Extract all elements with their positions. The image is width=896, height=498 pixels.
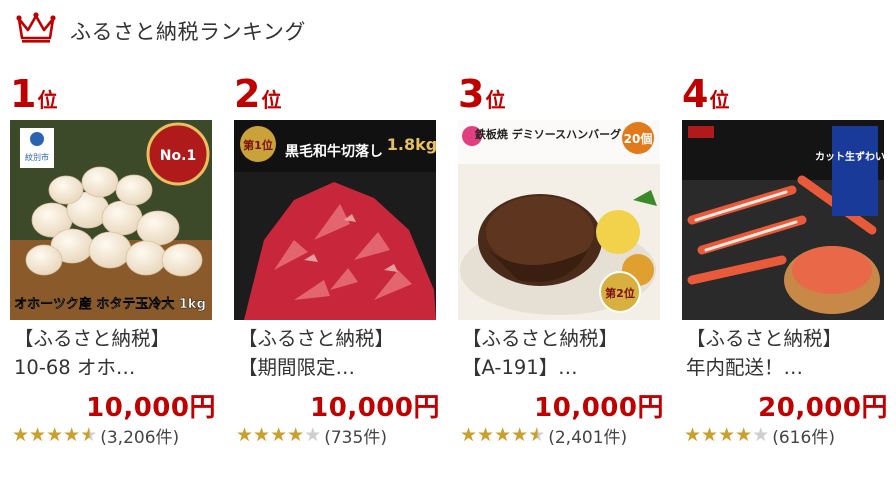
svg-text:第1位: 第1位 <box>243 138 273 152</box>
star-rating-icon: ★ ★ ★ ★ ★ <box>460 424 546 446</box>
svg-text:第2位: 第2位 <box>605 286 635 300</box>
product-image-scallops[interactable]: 紋別市 No.1 オホーツク産 ホタテ玉冷大 1kg <box>10 120 212 320</box>
svg-text:紋別市: 紋別市 <box>25 152 49 162</box>
product-title[interactable]: 【ふるさと納税】 10-68 オホ… <box>14 324 218 382</box>
product-image-wagyu-beef[interactable]: 第1位 黒毛和牛切落し 1.8kg <box>234 120 436 320</box>
svg-text:1.8kg: 1.8kg <box>387 135 436 154</box>
product-title[interactable]: 【ふるさと納税】 【A-191】… <box>462 324 666 382</box>
product-image-hamburg-steak[interactable]: 鉄板焼 デミソースハンバーグ 20個 第2位 <box>458 120 660 320</box>
product-title[interactable]: 【ふるさと納税】 【期間限定… <box>238 324 442 382</box>
rating: ★ ★ ★ ★ ★ (2,401件) <box>460 423 627 448</box>
crown-icon <box>16 12 56 43</box>
star-rating-icon: ★ ★ ★ ★ ★ <box>12 424 98 446</box>
rank-label: 3位 <box>458 72 506 116</box>
review-count[interactable]: (616件) <box>772 423 835 448</box>
rating: ★ ★ ★ ★ ★ (735件) <box>236 423 387 448</box>
rating: ★ ★ ★ ★ ★ (3,206件) <box>12 423 179 448</box>
ranking-card-3[interactable]: 3位 鉄板焼 デミソースハンバーグ 20個 第2位 【ふるさと納税】 【A-19… <box>458 72 668 472</box>
ranking-header: ふるさと納税ランキング <box>0 0 896 58</box>
product-image-snow-crab[interactable]: カット生ずわい蟹 <box>682 120 884 320</box>
ranking-card-4[interactable]: 4位 カット生ずわい蟹 【ふるさと納税】 年内配送！… 20,000円 ★★★★… <box>682 72 892 472</box>
review-count[interactable]: (2,401件) <box>548 423 627 448</box>
rank-label: 4位 <box>682 72 730 116</box>
star-rating-icon: ★ ★ ★ ★ ★ <box>236 424 322 446</box>
review-count[interactable]: (3,206件) <box>100 423 179 448</box>
product-price: 10,000円 <box>534 393 664 423</box>
product-price: 10,000円 <box>310 393 440 423</box>
product-price: 20,000円 <box>758 393 888 423</box>
svg-text:20個: 20個 <box>624 131 653 146</box>
rank-label: 1位 <box>10 72 58 116</box>
svg-text:オホーツク産 ホタテ玉冷大 1kg: オホーツク産 ホタテ玉冷大 1kg <box>14 296 206 312</box>
product-title[interactable]: 【ふるさと納税】 年内配送！… <box>686 324 890 382</box>
svg-text:黒毛和牛切落し: 黒毛和牛切落し <box>285 143 383 160</box>
svg-text:鉄板焼 デミソースハンバーグ: 鉄板焼 デミソースハンバーグ <box>475 127 621 141</box>
ranking-title: ふるさと納税ランキング <box>70 20 306 44</box>
product-price: 10,000円 <box>86 393 216 423</box>
star-rating-icon: ★ ★ ★ ★ ★ <box>684 424 770 446</box>
rank-label: 2位 <box>234 72 282 116</box>
ranking-card-1[interactable]: 1位 紋別市 No.1 オホーツク産 ホタテ玉冷大 1kg 【ふるさと納税】 1… <box>10 72 220 472</box>
rating: ★ ★ ★ ★ ★ (616件) <box>684 423 835 448</box>
svg-text:カット生ずわい蟹: カット生ずわい蟹 <box>815 150 884 163</box>
svg-text:No.1: No.1 <box>160 148 196 164</box>
ranking-card-2[interactable]: 2位 第1位 黒毛和牛切落し 1.8kg 【ふるさと納税】 【期間限定… 10,… <box>234 72 444 472</box>
review-count[interactable]: (735件) <box>324 423 387 448</box>
